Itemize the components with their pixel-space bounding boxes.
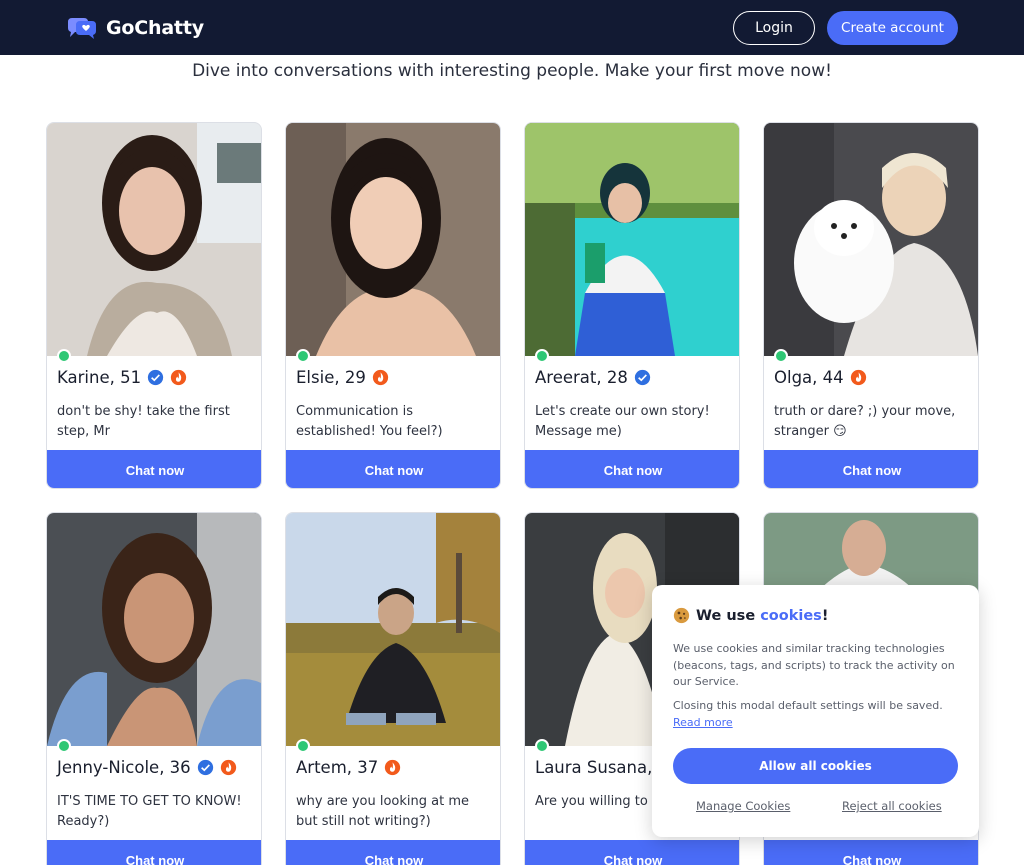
- chat-bubbles-heart-icon: [68, 18, 96, 39]
- profile-bio: IT'S TIME TO GET TO KNOW! Ready?): [57, 794, 242, 829]
- reject-all-cookies-link[interactable]: Reject all cookies: [842, 799, 942, 813]
- chat-now-button[interactable]: Chat now: [47, 840, 261, 865]
- cookie-icon: [673, 607, 690, 624]
- allow-all-cookies-button[interactable]: Allow all cookies: [673, 748, 958, 784]
- profile-bio: don't be shy! take the first step, Mr: [57, 404, 230, 439]
- profile-photo[interactable]: [764, 123, 978, 356]
- profile-name-line: Artem, 37: [296, 758, 401, 777]
- profile-card[interactable]: Areerat, 28 Let's create our own story! …: [524, 122, 740, 489]
- profile-card[interactable]: Jenny-Nicole, 36 IT'S TIME TO GET TO KNO…: [46, 512, 262, 865]
- online-status-indicator: [535, 349, 549, 363]
- cookie-consent-modal: We use cookies ! We use cookies and simi…: [652, 585, 979, 837]
- profile-bio: why are you looking at me but still not …: [296, 794, 470, 829]
- chat-now-button[interactable]: Chat now: [286, 450, 500, 488]
- profile-name: Jenny-Nicole, 36: [57, 758, 191, 777]
- chat-now-button[interactable]: Chat now: [525, 840, 739, 865]
- top-navbar: GoChatty Login Create account: [0, 0, 1024, 55]
- profile-photo[interactable]: [286, 123, 500, 356]
- cookie-description: We use cookies and similar tracking tech…: [673, 642, 955, 688]
- profile-card[interactable]: Artem, 37 why are you looking at me but …: [285, 512, 501, 865]
- brand-logo[interactable]: GoChatty: [66, 16, 204, 40]
- profile-name: Elsie, 29: [296, 368, 366, 387]
- online-status-indicator: [296, 349, 310, 363]
- profile-name-line: Areerat, 28: [535, 368, 651, 387]
- profile-card[interactable]: Karine, 51 don't be shy! take the first …: [46, 122, 262, 489]
- read-more-link[interactable]: Read more: [673, 716, 733, 729]
- cookie-default-note: Closing this modal default settings will…: [673, 698, 963, 731]
- page-tagline: Dive into conversations with interesting…: [192, 61, 832, 81]
- chat-now-button[interactable]: Chat now: [525, 450, 739, 488]
- profile-name-line: Karine, 51: [57, 368, 187, 387]
- profile-photo[interactable]: [47, 513, 261, 746]
- profile-name: Laura Susana, 3: [535, 758, 669, 777]
- fire-icon: [372, 369, 388, 386]
- profile-name-line: Jenny-Nicole, 36: [57, 758, 237, 777]
- cookies-link[interactable]: cookies: [760, 608, 822, 624]
- cookie-default-note-text: Closing this modal default settings will…: [673, 699, 943, 712]
- fire-icon: [850, 369, 866, 386]
- manage-cookies-link[interactable]: Manage Cookies: [696, 799, 790, 813]
- online-status-indicator: [535, 739, 549, 753]
- chat-now-button[interactable]: Chat now: [764, 450, 978, 488]
- chat-now-button[interactable]: Chat now: [764, 840, 978, 865]
- cookie-title-suffix: !: [821, 607, 829, 624]
- profile-bio: Communication is established! You feel?): [296, 404, 443, 439]
- profile-name: Areerat, 28: [535, 368, 628, 387]
- verified-badge-icon: [634, 369, 651, 386]
- online-status-indicator: [296, 739, 310, 753]
- profile-name-line: Olga, 44: [774, 368, 867, 387]
- create-account-button[interactable]: Create account: [827, 11, 958, 45]
- profile-name: Artem, 37: [296, 758, 379, 777]
- profile-bio: truth or dare? ;) your move, stranger 😏: [774, 404, 956, 439]
- profile-name-line: Elsie, 29: [296, 368, 389, 387]
- chat-now-button[interactable]: Chat now: [286, 840, 500, 865]
- profile-photo[interactable]: [525, 123, 739, 356]
- fire-icon: [170, 369, 187, 386]
- profile-name: Olga, 44: [774, 368, 844, 387]
- online-status-indicator: [57, 349, 71, 363]
- profile-bio: Let's create our own story! Message me): [535, 404, 710, 439]
- login-button[interactable]: Login: [733, 11, 815, 45]
- chat-now-button[interactable]: Chat now: [47, 450, 261, 488]
- profile-card[interactable]: Olga, 44 truth or dare? ;) your move, st…: [763, 122, 979, 489]
- profile-photo[interactable]: [47, 123, 261, 356]
- brand-name: GoChatty: [106, 17, 204, 39]
- profile-card[interactable]: Elsie, 29 Communication is established! …: [285, 122, 501, 489]
- profile-name: Karine, 51: [57, 368, 142, 387]
- profile-name-line: Laura Susana, 3: [535, 758, 668, 777]
- profile-photo[interactable]: [286, 513, 500, 746]
- fire-icon: [220, 759, 236, 776]
- verified-badge-icon: [147, 369, 164, 386]
- online-status-indicator: [57, 739, 71, 753]
- online-status-indicator: [774, 349, 788, 363]
- verified-badge-icon: [197, 759, 213, 776]
- cookie-modal-title: We use cookies !: [673, 607, 828, 624]
- cookie-title-prefix: We use: [696, 607, 761, 624]
- fire-icon: [385, 759, 401, 776]
